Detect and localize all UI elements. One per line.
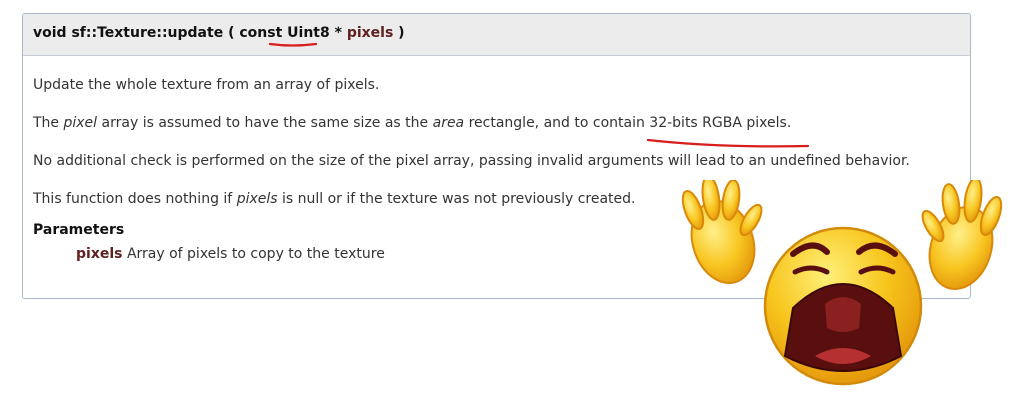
line2-em-area: area [432, 115, 465, 131]
close-paren: ) [398, 25, 405, 41]
function-signature: void sf::Texture::update ( const Uint8 *… [23, 14, 970, 56]
line2-text-2: array is assumed to have the same size a… [97, 115, 433, 131]
line4-text-2: is null or if the texture was not previo… [277, 191, 636, 207]
page: void sf::Texture::update ( const Uint8 *… [0, 0, 1031, 414]
right-hand-icon [921, 180, 1003, 291]
const-qualifier: const [239, 25, 283, 41]
line2-text-3: rectangle, and to contain [464, 115, 650, 131]
description-line-2: The pixel array is assumed to have the s… [33, 114, 970, 132]
line4-text-1: This function does nothing if [33, 191, 237, 207]
return-type: void [33, 25, 67, 41]
signature-param-name: pixels [346, 25, 394, 41]
face-icon [763, 226, 923, 386]
function-name[interactable]: sf::Texture::update [71, 25, 223, 41]
parameter-description: Array of pixels to copy to the texture [126, 246, 385, 262]
open-paren: ( [228, 25, 235, 41]
param-type-link[interactable]: Uint8 [287, 25, 330, 41]
line2-text-1: The [33, 115, 64, 131]
parameter-name: pixels [76, 246, 123, 262]
line2-em-pixel: pixel [63, 115, 98, 131]
pointer-symbol: * [334, 25, 342, 41]
line2-text-4: . [786, 115, 792, 131]
crying-face-emoji-icon [681, 180, 1003, 386]
line4-em-pixels: pixels [236, 191, 278, 207]
description-line-1: Update the whole texture from an array o… [33, 77, 380, 93]
rgba-highlight: 32-bits RGBA pixels [649, 115, 787, 131]
left-hand-icon [681, 180, 763, 285]
description-line-3: No additional check is performed on the … [33, 153, 910, 169]
